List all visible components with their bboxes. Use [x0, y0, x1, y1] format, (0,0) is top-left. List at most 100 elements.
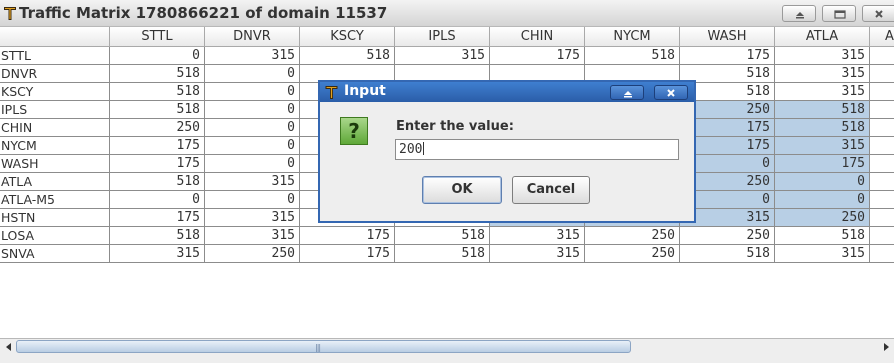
table-cell[interactable]: 175	[300, 245, 395, 263]
table-cell[interactable]: 0	[110, 191, 205, 209]
table-cell[interactable]: 518	[110, 83, 205, 101]
table-cell[interactable]: 250	[775, 209, 870, 227]
row-header[interactable]: KSCY	[0, 83, 110, 101]
scroll-left-arrow-icon[interactable]	[2, 340, 16, 354]
table-cell[interactable]: 315	[490, 245, 585, 263]
table-cell[interactable]	[870, 227, 894, 245]
column-header[interactable]: WASH	[680, 27, 775, 47]
minimize-button[interactable]	[782, 5, 816, 22]
table-cell[interactable]	[870, 65, 894, 83]
row-header[interactable]: LOSA	[0, 227, 110, 245]
maximize-button[interactable]	[822, 5, 856, 22]
close-button[interactable]	[862, 5, 894, 22]
table-cell[interactable]: 315	[775, 65, 870, 83]
table-cell[interactable]: 518	[395, 227, 490, 245]
close-icon	[667, 89, 675, 97]
row-header[interactable]: ATLA	[0, 173, 110, 191]
table-cell[interactable]: 0	[205, 83, 300, 101]
table-cell[interactable]: 518	[110, 101, 205, 119]
table-cell[interactable]: 175	[110, 209, 205, 227]
table-cell[interactable]	[870, 119, 894, 137]
table-cell[interactable]: 0	[205, 101, 300, 119]
row-header[interactable]: STTL	[0, 47, 110, 65]
scrollbar-thumb[interactable]: |||	[16, 340, 631, 353]
table-cell[interactable]: 518	[110, 173, 205, 191]
minimize-icon	[624, 91, 632, 98]
table-cell[interactable]: 250	[205, 245, 300, 263]
table-cell[interactable]: 315	[775, 83, 870, 101]
column-header[interactable]: IPLS	[395, 27, 490, 47]
row-header[interactable]: IPLS	[0, 101, 110, 119]
column-header[interactable]: A	[870, 27, 894, 47]
row-header[interactable]: HSTN	[0, 209, 110, 227]
table-cell[interactable]: 0	[205, 155, 300, 173]
table-cell[interactable]	[870, 173, 894, 191]
table-cell[interactable]: 250	[680, 227, 775, 245]
column-header[interactable]: NYCM	[585, 27, 680, 47]
table-cell[interactable]	[870, 209, 894, 227]
ok-button[interactable]: OK	[422, 176, 502, 204]
table-cell[interactable]: 0	[205, 65, 300, 83]
table-cell[interactable]: 315	[205, 173, 300, 191]
horizontal-scrollbar[interactable]: |||	[0, 338, 894, 355]
column-header[interactable]: CHIN	[490, 27, 585, 47]
column-header[interactable]: DNVR	[205, 27, 300, 47]
row-header[interactable]: DNVR	[0, 65, 110, 83]
row-header[interactable]: WASH	[0, 155, 110, 173]
table-cell[interactable]: 250	[585, 245, 680, 263]
table-cell[interactable]: 175	[775, 155, 870, 173]
table-cell[interactable]: 315	[395, 47, 490, 65]
table-cell[interactable]: 0	[775, 191, 870, 209]
table-cell[interactable]: 0	[205, 119, 300, 137]
table-cell[interactable]: 0	[205, 137, 300, 155]
cancel-button[interactable]: Cancel	[512, 176, 590, 204]
table-cell[interactable]	[870, 245, 894, 263]
table-cell[interactable]: 175	[110, 137, 205, 155]
table-cell[interactable]: 250	[585, 227, 680, 245]
table-cell[interactable]: 250	[110, 119, 205, 137]
table-cell[interactable]: 315	[775, 47, 870, 65]
table-cell[interactable]: 518	[300, 47, 395, 65]
table-cell[interactable]: 0	[110, 47, 205, 65]
table-cell[interactable]	[870, 137, 894, 155]
scroll-right-arrow-icon[interactable]	[879, 340, 893, 354]
table-cell[interactable]: 315	[205, 227, 300, 245]
table-cell[interactable]: 518	[110, 227, 205, 245]
table-cell[interactable]: 315	[110, 245, 205, 263]
column-header[interactable]: ATLA	[775, 27, 870, 47]
table-cell[interactable]	[870, 155, 894, 173]
table-cell[interactable]	[870, 191, 894, 209]
table-cell[interactable]: 0	[775, 173, 870, 191]
dialog-close-button[interactable]	[654, 85, 688, 100]
table-cell[interactable]: 315	[205, 47, 300, 65]
row-header[interactable]: CHIN	[0, 119, 110, 137]
table-cell[interactable]	[870, 47, 894, 65]
table-cell[interactable]: 518	[585, 47, 680, 65]
table-cell[interactable]: 518	[775, 119, 870, 137]
table-cell[interactable]: 175	[680, 47, 775, 65]
table-cell[interactable]: 518	[395, 245, 490, 263]
table-cell[interactable]: 518	[775, 227, 870, 245]
table-cell[interactable]	[870, 83, 894, 101]
dialog-titlebar[interactable]: Input	[320, 82, 694, 102]
column-header[interactable]: KSCY	[300, 27, 395, 47]
table-cell[interactable]	[870, 101, 894, 119]
table-cell[interactable]: 175	[110, 155, 205, 173]
dialog-minimize-button[interactable]	[610, 85, 644, 100]
table-cell[interactable]: 315	[775, 137, 870, 155]
table-cell[interactable]: 315	[490, 227, 585, 245]
row-header[interactable]: SNVA	[0, 245, 110, 263]
column-header[interactable]: STTL	[110, 27, 205, 47]
table-cell[interactable]: 315	[205, 209, 300, 227]
row-header[interactable]: NYCM	[0, 137, 110, 155]
table-cell[interactable]: 175	[300, 227, 395, 245]
table-cell[interactable]: 315	[775, 245, 870, 263]
table-cell[interactable]: 518	[110, 65, 205, 83]
table-cell[interactable]: 518	[775, 101, 870, 119]
table-cell[interactable]: 0	[205, 191, 300, 209]
value-input[interactable]: 200	[395, 139, 679, 160]
row-header[interactable]: ATLA-M5	[0, 191, 110, 209]
table-cell[interactable]: 518	[680, 245, 775, 263]
table-cell[interactable]: 175	[490, 47, 585, 65]
window-titlebar[interactable]: Traffic Matrix 1780866221 of domain 1153…	[0, 0, 894, 27]
